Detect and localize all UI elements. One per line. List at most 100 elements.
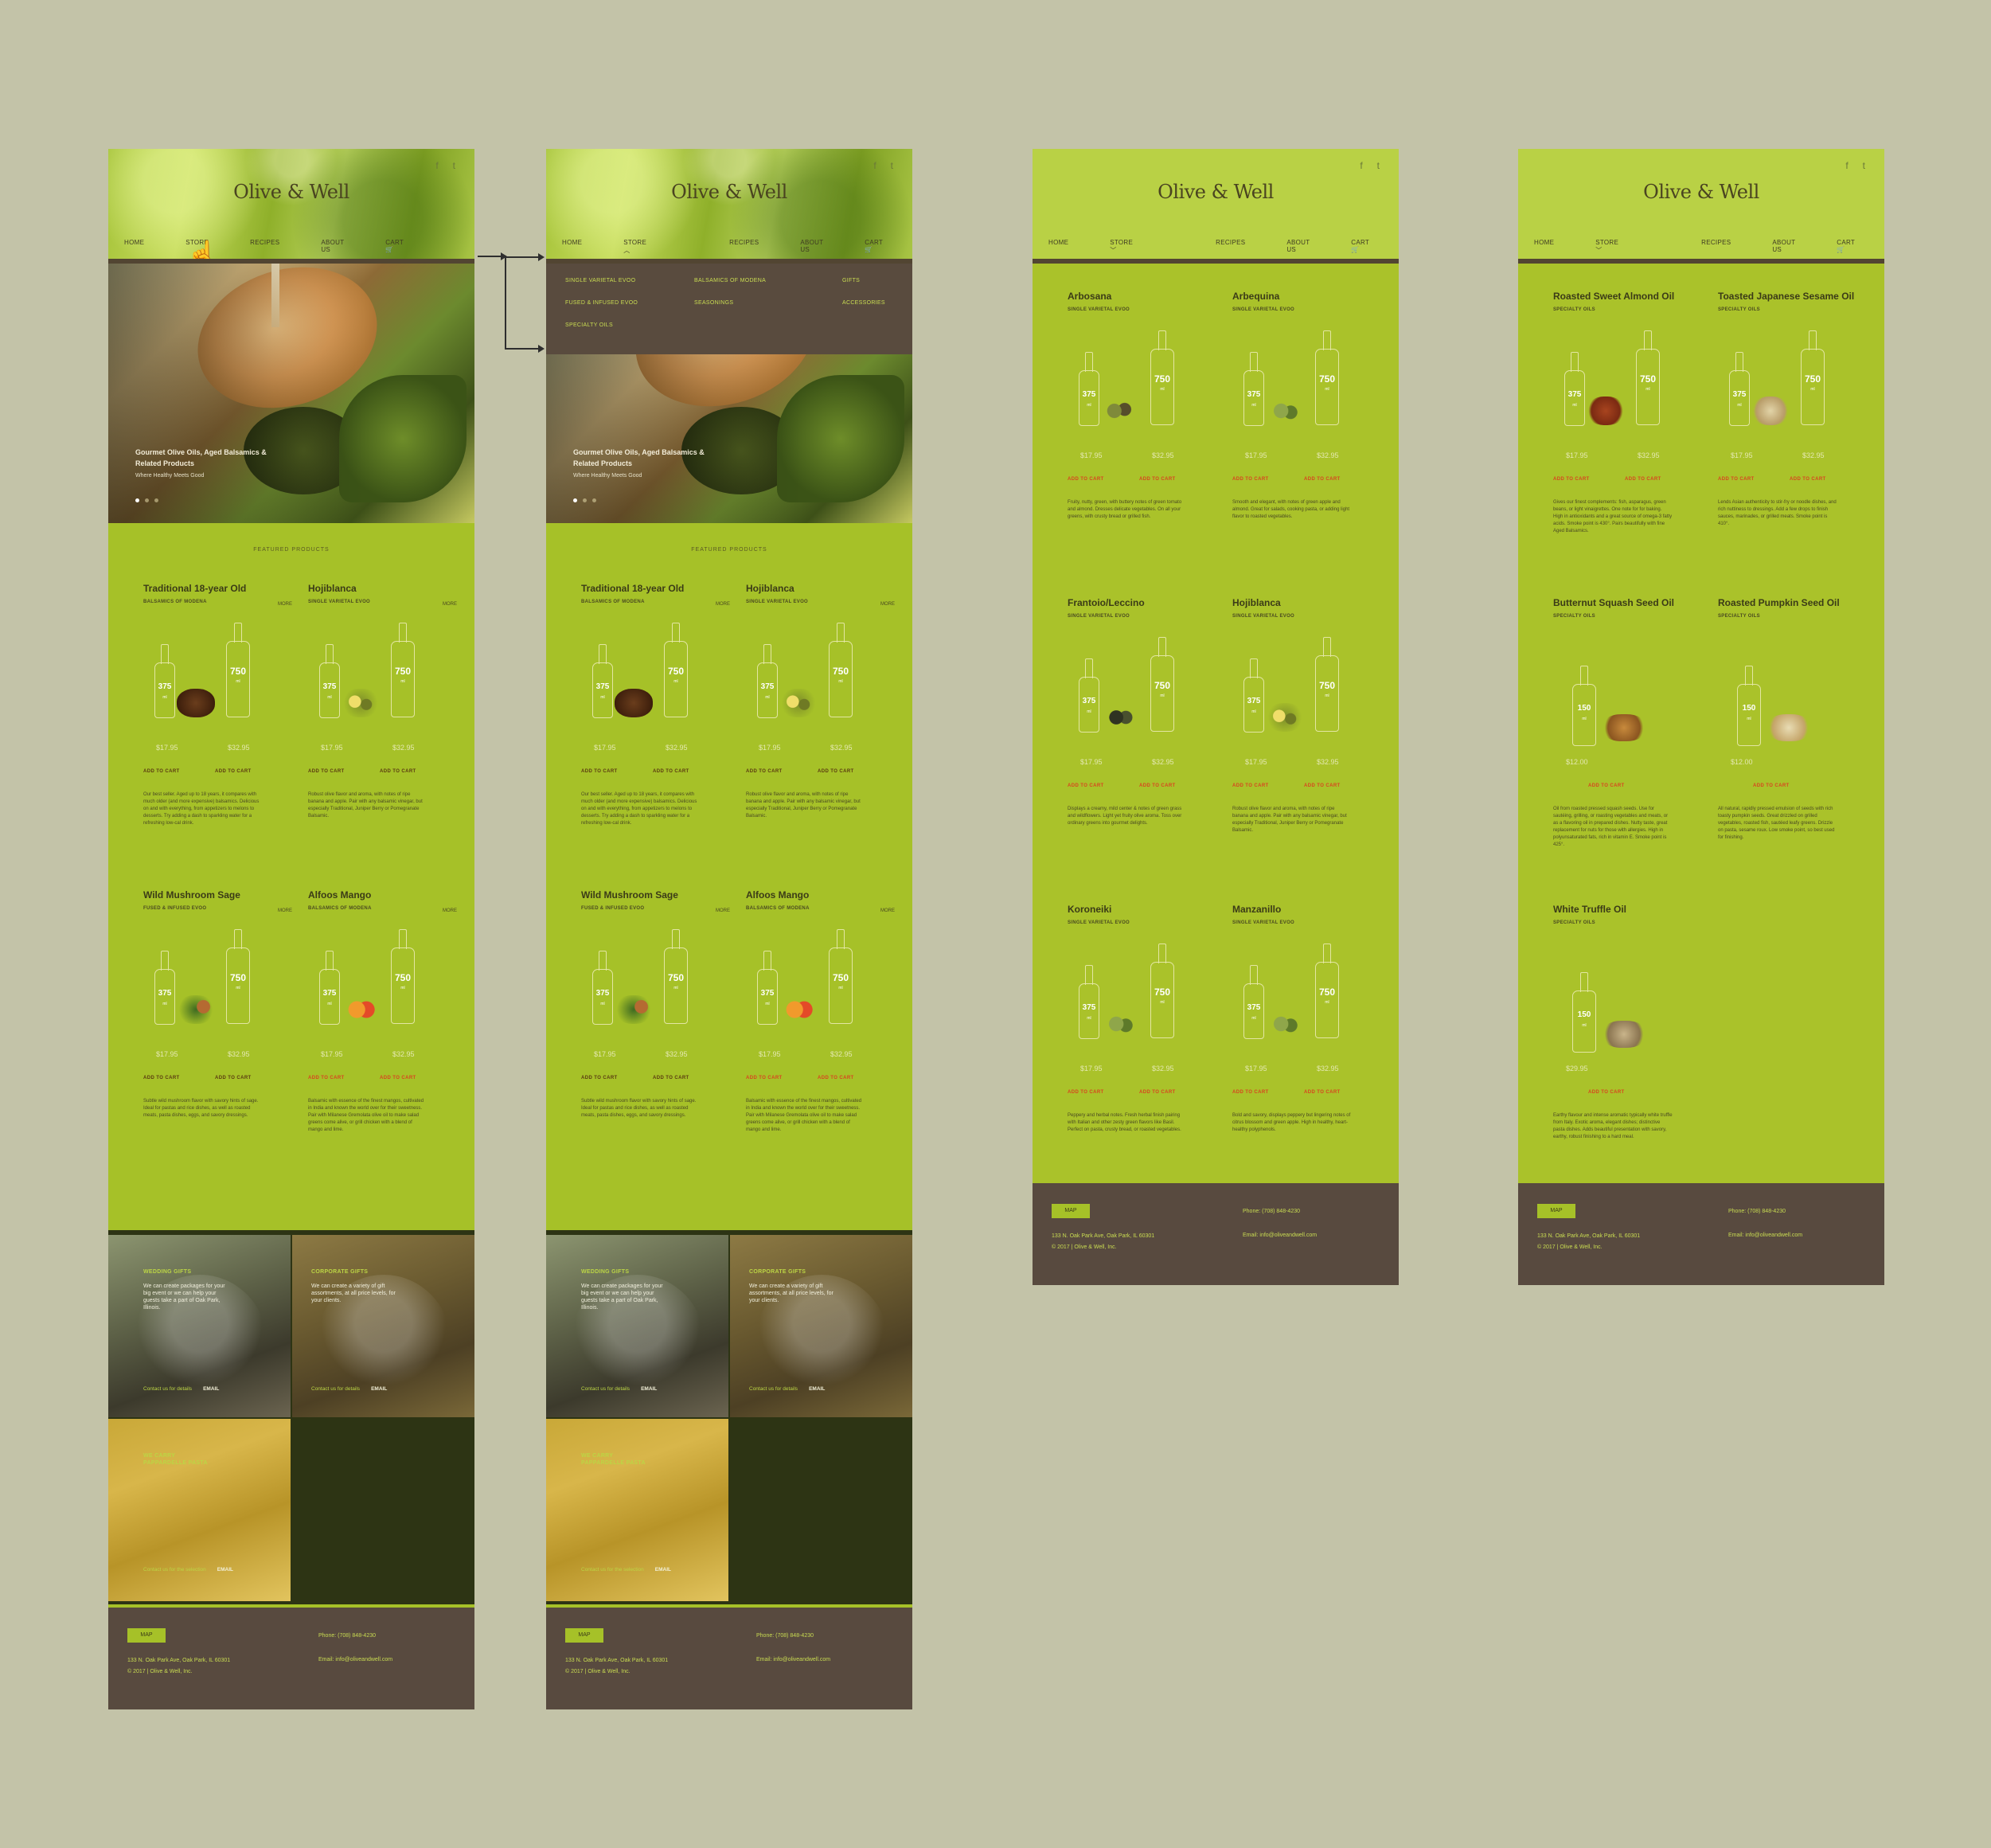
product-name[interactable]: Arbosana bbox=[1068, 291, 1218, 302]
menu-item[interactable]: SEASONINGS bbox=[694, 300, 733, 306]
map-button[interactable]: MAP bbox=[1052, 1204, 1090, 1218]
pasta-tile[interactable]: WE CARRY PAPPARDELLE PASTA Contact us fo… bbox=[546, 1419, 728, 1601]
nav-store[interactable]: STORE ︿ bbox=[623, 239, 688, 255]
add-to-cart-large-button[interactable]: ADD TO CART bbox=[818, 769, 854, 774]
twitter-icon[interactable]: t bbox=[1377, 160, 1380, 171]
more-link[interactable]: MORE bbox=[716, 602, 730, 607]
menu-item[interactable]: SINGLE VARIETAL EVOO bbox=[565, 278, 635, 283]
add-to-cart-small-button[interactable]: ADD TO CART bbox=[1068, 477, 1139, 482]
slider-dot[interactable] bbox=[573, 498, 577, 502]
add-to-cart-button[interactable]: ADD TO CART bbox=[1588, 783, 1660, 788]
menu-item[interactable]: GIFTS bbox=[842, 278, 860, 283]
product-name[interactable]: Alfoos Mango bbox=[308, 889, 459, 901]
add-to-cart-small-button[interactable]: ADD TO CART bbox=[143, 769, 215, 774]
product-name[interactable]: Butternut Squash Seed Oil bbox=[1553, 597, 1704, 608]
email-link[interactable]: EMAIL bbox=[203, 1386, 219, 1392]
nav-recipes[interactable]: RECIPES bbox=[1701, 239, 1731, 255]
email-link[interactable]: EMAIL bbox=[655, 1567, 671, 1573]
nav-recipes[interactable]: RECIPES bbox=[1216, 239, 1245, 255]
twitter-icon[interactable]: t bbox=[453, 160, 455, 171]
nav-about[interactable]: ABOUT US bbox=[800, 239, 823, 255]
more-link[interactable]: MORE bbox=[443, 602, 457, 607]
product-card[interactable]: Arbosana SINGLE VARIETAL EVOO 375 ml 750 ml $1… bbox=[1068, 291, 1218, 597]
map-button[interactable]: MAP bbox=[127, 1628, 166, 1643]
product-card[interactable]: Traditional 18-year Old BALSAMICS OF MODE… bbox=[143, 583, 294, 889]
hero-slider[interactable]: Gourmet Olive Oils, Aged Balsamics & Rel… bbox=[108, 264, 474, 523]
corporate-gifts-tile[interactable]: CORPORATE GIFTS We can create a variety … bbox=[292, 1235, 474, 1417]
facebook-icon[interactable]: f bbox=[873, 160, 876, 171]
product-name[interactable]: Hojiblanca bbox=[1232, 597, 1383, 608]
corporate-gifts-tile[interactable]: CORPORATE GIFTS We can create a variety … bbox=[730, 1235, 912, 1417]
email-link[interactable]: EMAIL bbox=[217, 1567, 233, 1573]
nav-store[interactable]: STORE ﹀ bbox=[1595, 239, 1660, 255]
wedding-gifts-tile[interactable]: WEDDING GIFTS We can create packages for… bbox=[546, 1235, 728, 1417]
add-to-cart-large-button[interactable]: ADD TO CART bbox=[1790, 477, 1826, 482]
product-card[interactable]: Wild Mushroom Sage FUSED & INFUSED EVOO MO… bbox=[143, 889, 294, 1196]
nav-recipes[interactable]: RECIPES bbox=[250, 239, 279, 253]
email-link[interactable]: EMAIL bbox=[371, 1386, 387, 1392]
add-to-cart-small-button[interactable]: ADD TO CART bbox=[1068, 1090, 1139, 1095]
facebook-icon[interactable]: f bbox=[435, 160, 438, 171]
product-card[interactable]: Alfoos Mango BALSAMICS OF MODENA MORE 375 ml… bbox=[746, 889, 896, 1196]
menu-item[interactable]: SPECIALTY OILS bbox=[565, 322, 613, 328]
add-to-cart-small-button[interactable]: ADD TO CART bbox=[746, 1076, 818, 1080]
add-to-cart-large-button[interactable]: ADD TO CART bbox=[653, 1076, 689, 1080]
product-card[interactable]: Hojiblanca SINGLE VARIETAL EVOO 375 ml 750 ml… bbox=[1232, 597, 1383, 904]
product-name[interactable]: Roasted Pumpkin Seed Oil bbox=[1718, 597, 1868, 608]
more-link[interactable]: MORE bbox=[278, 602, 292, 607]
nav-about[interactable]: ABOUT US bbox=[1772, 239, 1795, 255]
add-to-cart-small-button[interactable]: ADD TO CART bbox=[1232, 783, 1304, 788]
product-name[interactable]: Hojiblanca bbox=[746, 583, 896, 594]
product-name[interactable]: Koroneiki bbox=[1068, 904, 1218, 915]
nav-home[interactable]: HOME bbox=[1534, 239, 1554, 255]
add-to-cart-small-button[interactable]: ADD TO CART bbox=[1232, 1090, 1304, 1095]
product-card[interactable]: Roasted Pumpkin Seed Oil SPECIALTY OILS 15… bbox=[1718, 597, 1868, 904]
nav-store[interactable]: STORE ﹀ bbox=[1110, 239, 1174, 255]
email-link[interactable]: EMAIL bbox=[809, 1386, 825, 1392]
add-to-cart-large-button[interactable]: ADD TO CART bbox=[215, 1076, 252, 1080]
email-link[interactable]: EMAIL bbox=[641, 1386, 657, 1392]
footer-email[interactable]: Email: info@oliveandwell.com bbox=[1243, 1233, 1317, 1238]
footer-email[interactable]: Email: info@oliveandwell.com bbox=[318, 1657, 392, 1662]
add-to-cart-large-button[interactable]: ADD TO CART bbox=[1304, 783, 1341, 788]
product-name[interactable]: Frantoio/Leccino bbox=[1068, 597, 1218, 608]
wedding-gifts-tile[interactable]: WEDDING GIFTS We can create packages for… bbox=[108, 1235, 291, 1417]
add-to-cart-small-button[interactable]: ADD TO CART bbox=[308, 769, 380, 774]
footer-email[interactable]: Email: info@oliveandwell.com bbox=[1728, 1233, 1802, 1238]
nav-cart[interactable]: CART 🛒 bbox=[865, 239, 912, 255]
product-card[interactable]: Koroneiki SINGLE VARIETAL EVOO 375 ml 750 ml $… bbox=[1068, 904, 1218, 1210]
product-card[interactable]: White Truffle Oil SPECIALTY OILS 150 ml $29.… bbox=[1553, 904, 1704, 1210]
add-to-cart-small-button[interactable]: ADD TO CART bbox=[1068, 783, 1139, 788]
nav-home[interactable]: HOME bbox=[1048, 239, 1068, 255]
product-card[interactable]: Frantoio/Leccino SINGLE VARIETAL EVOO 375 m… bbox=[1068, 597, 1218, 904]
add-to-cart-large-button[interactable]: ADD TO CART bbox=[380, 1076, 416, 1080]
product-card[interactable]: Traditional 18-year Old BALSAMICS OF MODE… bbox=[581, 583, 732, 889]
nav-cart[interactable]: CART 🛒 bbox=[385, 239, 459, 253]
product-name[interactable]: Traditional 18-year Old bbox=[143, 583, 294, 594]
product-card[interactable]: Manzanillo SINGLE VARIETAL EVOO 375 ml 750 ml… bbox=[1232, 904, 1383, 1210]
add-to-cart-large-button[interactable]: ADD TO CART bbox=[1139, 477, 1176, 482]
add-to-cart-small-button[interactable]: ADD TO CART bbox=[1718, 477, 1790, 482]
add-to-cart-small-button[interactable]: ADD TO CART bbox=[746, 769, 818, 774]
product-name[interactable]: Arbequina bbox=[1232, 291, 1383, 302]
product-name[interactable]: Toasted Japanese Sesame Oil bbox=[1718, 291, 1868, 302]
slider-dot[interactable] bbox=[135, 498, 139, 502]
add-to-cart-small-button[interactable]: ADD TO CART bbox=[308, 1076, 380, 1080]
logo[interactable]: Olive & Well bbox=[108, 181, 474, 203]
menu-item[interactable]: ACCESSORIES bbox=[842, 300, 885, 306]
add-to-cart-button[interactable]: ADD TO CART bbox=[1588, 1090, 1660, 1095]
facebook-icon[interactable]: f bbox=[1845, 160, 1848, 171]
map-button[interactable]: MAP bbox=[1537, 1204, 1575, 1218]
product-card[interactable]: Roasted Sweet Almond Oil SPECIALTY OILS 37… bbox=[1553, 291, 1704, 597]
nav-home[interactable]: HOME bbox=[124, 239, 144, 253]
more-link[interactable]: MORE bbox=[880, 602, 895, 607]
add-to-cart-button[interactable]: ADD TO CART bbox=[1753, 783, 1825, 788]
product-name[interactable]: Traditional 18-year Old bbox=[581, 583, 732, 594]
add-to-cart-large-button[interactable]: ADD TO CART bbox=[1139, 783, 1176, 788]
nav-about[interactable]: ABOUT US bbox=[1286, 239, 1310, 255]
logo[interactable]: Olive & Well bbox=[546, 181, 912, 203]
facebook-icon[interactable]: f bbox=[1360, 160, 1362, 171]
pasta-tile[interactable]: WE CARRY PAPPARDELLE PASTA Contact us fo… bbox=[108, 1419, 291, 1601]
logo[interactable]: Olive & Well bbox=[1518, 181, 1884, 203]
hero-slider[interactable]: Gourmet Olive Oils, Aged Balsamics & Rel… bbox=[546, 354, 912, 523]
